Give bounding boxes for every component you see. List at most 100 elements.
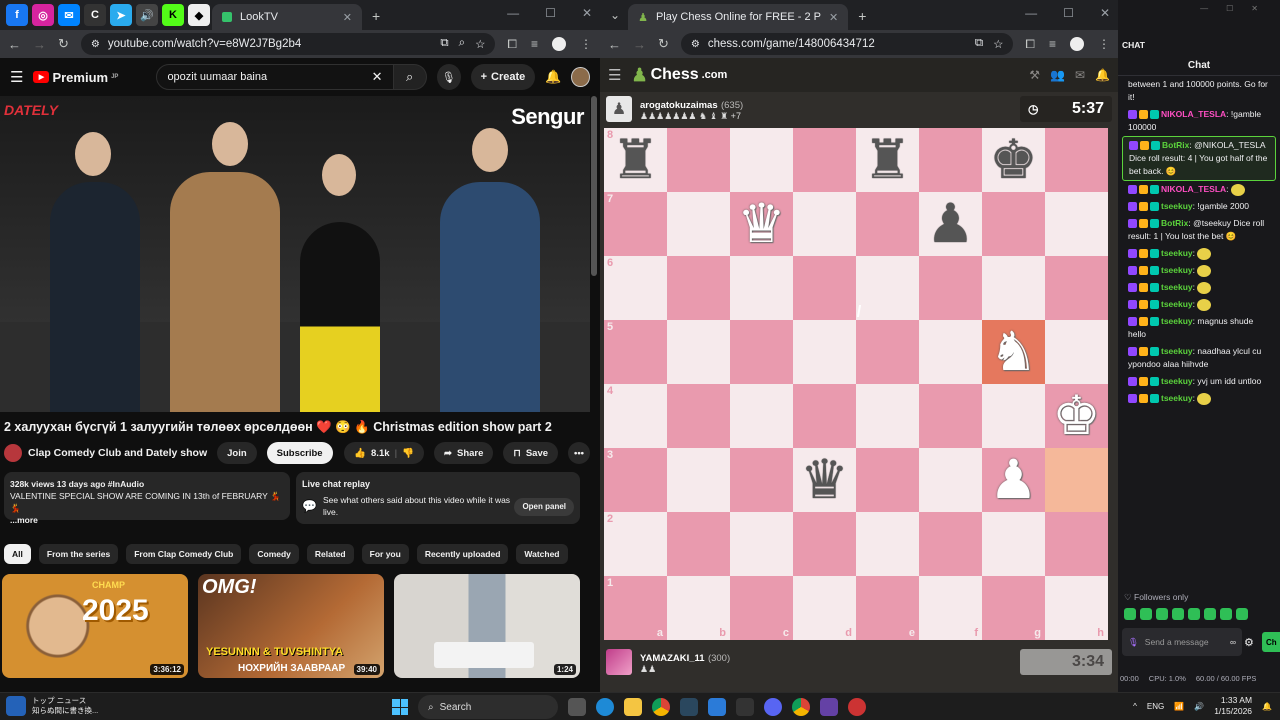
tray-overflow-icon[interactable]: ^ (1133, 702, 1137, 711)
recording-icon[interactable] (848, 698, 866, 716)
close-tab-icon[interactable]: ✕ (343, 11, 352, 24)
settings-gear-icon[interactable]: ⚙ (1244, 636, 1254, 649)
square-g6[interactable] (982, 256, 1045, 320)
square-h6[interactable] (1045, 256, 1108, 320)
chat-username[interactable]: BotRix (1161, 218, 1188, 228)
back-icon[interactable]: ← (8, 37, 21, 52)
white-knight-icon[interactable]: ♞ (989, 325, 1037, 379)
bookmark-star-icon[interactable]: ☆ (475, 37, 485, 51)
filter-chip[interactable]: From Clap Comedy Club (126, 544, 242, 564)
c-tab-icon[interactable]: C (84, 4, 106, 26)
notifications-bell-icon[interactable]: 🔔 (545, 69, 561, 85)
chat-message[interactable]: tseekuy: magnus shude hello (1122, 313, 1276, 343)
square-h1[interactable]: h (1045, 576, 1108, 640)
chat-username[interactable]: NIKOLA_TESLA (1161, 184, 1226, 194)
square-g2[interactable] (982, 512, 1045, 576)
extensions-icon[interactable]: ⧠ (1025, 37, 1035, 52)
minimize-icon[interactable]: — (1025, 6, 1037, 20)
save-button[interactable]: ⊓ Save (503, 442, 559, 464)
related-video-thumbnail[interactable]: CHAMP 2025 3:36:12 (2, 574, 188, 678)
square-c7[interactable]: ♛ (730, 192, 793, 256)
square-f5[interactable] (919, 320, 982, 384)
account-avatar[interactable] (571, 67, 590, 87)
chat-username[interactable]: tseekuy (1161, 316, 1193, 326)
square-g8[interactable]: ♚ (982, 128, 1045, 192)
kick-tab-icon[interactable]: K (162, 4, 184, 26)
square-a4[interactable]: 4 (604, 384, 667, 448)
chess-active-tab[interactable]: ♟ Play Chess Online for FREE - 2 P ✕ (628, 4, 849, 30)
file-explorer-icon[interactable] (624, 698, 642, 716)
opponent-avatar[interactable]: ♟ (606, 96, 632, 122)
square-c4[interactable] (730, 384, 793, 448)
messages-icon[interactable]: ✉ (1075, 68, 1085, 82)
emote-icon[interactable] (1220, 608, 1232, 620)
channel-name[interactable]: Clap Comedy Club and Dately show (28, 447, 207, 459)
square-d1[interactable]: d (793, 576, 856, 640)
menu-icon[interactable]: ⋮ (580, 37, 592, 52)
task-view-icon[interactable] (568, 698, 586, 716)
chrome-icon-2[interactable] (792, 698, 810, 716)
chat-message[interactable]: NIKOLA_TESLA: (1122, 181, 1276, 198)
chat-username[interactable]: tseekuy (1161, 346, 1193, 356)
square-d2[interactable] (793, 512, 856, 576)
share-button[interactable]: ➦ Share (434, 442, 494, 464)
square-a2[interactable]: 2 (604, 512, 667, 576)
more-actions-button[interactable]: ••• (568, 442, 590, 464)
wand-icon[interactable]: ⚒ (1029, 68, 1040, 82)
hamburger-menu-icon[interactable]: ☰ (608, 66, 621, 84)
edge-icon[interactable] (596, 698, 614, 716)
square-f6[interactable] (919, 256, 982, 320)
chess-board[interactable]: 8 ♜ ♜ ♚ 7 ♛ ♟ 6 5 ♞ 4 ♚ 3 ♛ ♟ 2 1 a b c d e f g h (604, 128, 1108, 640)
square-b8[interactable] (667, 128, 730, 192)
square-c8[interactable] (730, 128, 793, 192)
forward-icon[interactable]: → (633, 37, 646, 52)
black-king-icon[interactable]: ♚ (989, 133, 1037, 187)
chat-message[interactable]: BotRix: @tseekuy Dice roll result: 1 | Y… (1122, 215, 1276, 245)
white-king-icon[interactable]: ♚ (1052, 389, 1100, 443)
square-d4[interactable] (793, 384, 856, 448)
reload-icon[interactable]: ↻ (58, 36, 69, 52)
voice-search-button[interactable]: 🎙 (436, 64, 461, 90)
chess-logo[interactable]: ♟ Chess .com (631, 65, 727, 86)
store-icon[interactable] (736, 698, 754, 716)
chat-message[interactable]: tseekuy: (1122, 296, 1276, 313)
new-tab-icon[interactable]: + (372, 8, 380, 24)
opponent-name[interactable]: arogatokuzaimas (640, 100, 718, 111)
windows-start-icon[interactable] (392, 699, 408, 715)
bookmark-star-icon[interactable]: ☆ (993, 37, 1003, 51)
square-e4[interactable] (856, 384, 919, 448)
player-name[interactable]: YAMAZAKI_11 (640, 653, 705, 664)
square-b4[interactable] (667, 384, 730, 448)
create-button[interactable]: + Create (470, 64, 536, 90)
square-f1[interactable]: f (919, 576, 982, 640)
chat-username[interactable]: tseekuy (1161, 201, 1193, 211)
chat-message[interactable]: BotRix: @NIKOLA_TESLA Dice roll result: … (1122, 136, 1276, 181)
emote-icon[interactable] (1236, 608, 1248, 620)
telegram-tab-icon[interactable]: ➤ (110, 4, 132, 26)
close-tab-icon[interactable]: ✕ (829, 11, 838, 24)
active-tab[interactable]: LookTV ✕ (212, 4, 362, 30)
chat-message[interactable]: tseekuy: (1122, 262, 1276, 279)
square-e2[interactable] (856, 512, 919, 576)
cast-icon[interactable]: ⧉ (975, 37, 983, 51)
channel-avatar[interactable] (4, 444, 22, 462)
square-d3[interactable]: ♛ (793, 448, 856, 512)
menu-icon[interactable]: ⋮ (1098, 37, 1110, 52)
emote-icon[interactable] (1204, 608, 1216, 620)
square-b2[interactable] (667, 512, 730, 576)
maximize-icon[interactable]: ☐ (545, 6, 556, 20)
chat-username[interactable]: tseekuy (1161, 282, 1193, 292)
chat-message[interactable]: tseekuy: !gamble 2000 (1122, 198, 1276, 215)
steam-icon[interactable] (680, 698, 698, 716)
close-window-icon[interactable]: ✕ (1100, 6, 1110, 20)
forward-icon[interactable]: → (33, 37, 46, 52)
vscode-icon[interactable] (708, 698, 726, 716)
chat-username[interactable]: tseekuy (1161, 265, 1193, 275)
extensions-icon[interactable]: ⧠ (507, 37, 517, 52)
join-button[interactable]: Join (217, 442, 257, 464)
square-c1[interactable]: c (730, 576, 793, 640)
square-g1[interactable]: g (982, 576, 1045, 640)
square-c5[interactable] (730, 320, 793, 384)
black-rook-icon[interactable]: ♜ (863, 133, 911, 187)
tab-search-icon[interactable]: ⌄ (610, 8, 620, 22)
